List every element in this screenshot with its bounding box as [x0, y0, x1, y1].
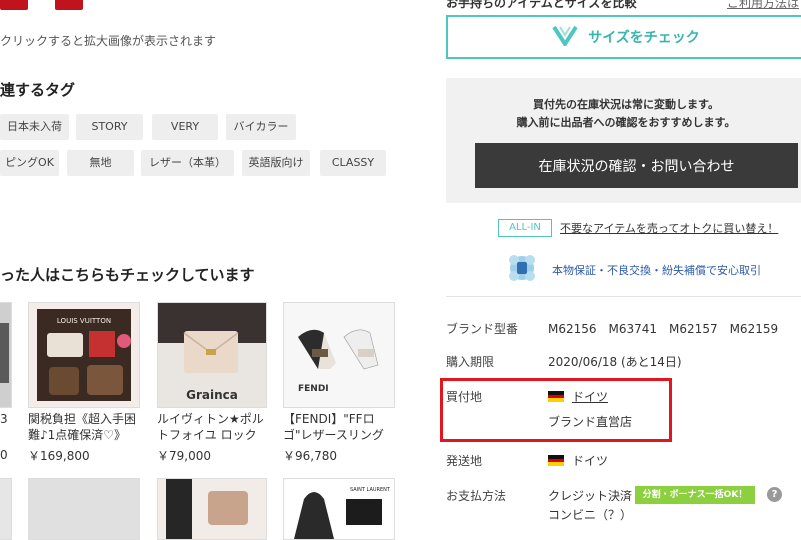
tag-item[interactable]: 英語版向け	[242, 150, 310, 176]
tag-item[interactable]: CLASSY	[320, 150, 386, 176]
allin-badge: ALL-IN	[498, 219, 552, 237]
product-image[interactable]	[28, 478, 140, 540]
help-icon[interactable]: ?	[767, 487, 782, 502]
product-price: ￥79,000	[157, 449, 211, 463]
product-title[interactable]: 【FENDI】"FFロ	[283, 411, 375, 427]
usage-link[interactable]: ご利用方法は	[727, 0, 799, 11]
tag-item[interactable]: レザー（本革）	[141, 150, 234, 176]
payment-convenience[interactable]: コンビニ（？）	[548, 506, 632, 523]
product-title-line2[interactable]: トフォイユ ロック	[157, 427, 257, 443]
product-image-partial[interactable]	[0, 478, 12, 540]
guarantee-text[interactable]: 本物保証・不良交換・紛失補償で安心取引	[552, 262, 761, 278]
product-price-partial: 0	[0, 448, 8, 462]
payment-credit: クレジット決済	[548, 489, 633, 503]
product-title[interactable]: 関税負担《超入手困	[28, 411, 136, 427]
ship-from-label: 発送地	[446, 454, 483, 468]
v-check-icon	[552, 24, 578, 50]
product-price: ￥96,780	[283, 449, 337, 463]
product-image-partial[interactable]	[0, 302, 12, 408]
divider	[446, 296, 801, 297]
product-title[interactable]: ルイヴィトン★ポル	[157, 411, 264, 427]
stock-notice-line2: 購入前に出品者への確認をおすすめします。	[516, 116, 736, 129]
tag-item[interactable]: 日本未入荷	[0, 114, 69, 140]
product-price: ￥169,800	[28, 449, 90, 463]
product-image[interactable]: SAINT LAURENT	[283, 478, 395, 540]
image-hint: クリックすると拡大画像が表示されます	[0, 34, 217, 48]
size-check-button[interactable]: サイズをチェック	[446, 15, 801, 59]
product-title-line2[interactable]: ゴ"レザースリング	[283, 427, 384, 443]
product-image[interactable]: LOUIS VUITTON	[28, 302, 140, 408]
stock-inquiry-button[interactable]: 在庫状況の確認・お問い合わせ	[475, 143, 798, 188]
allin-trade-link[interactable]: 不要なアイテムを売ってオトクに買い替え！	[560, 220, 778, 236]
brand-logo-text: SAINT LAURENT	[350, 487, 391, 493]
tag-item[interactable]: STORY	[76, 114, 143, 140]
brand-logo-text: FENDI	[298, 384, 329, 394]
ship-from-value: ドイツ	[572, 454, 609, 468]
tag-item[interactable]: バイカラー	[226, 114, 296, 140]
tag-item[interactable]: VERY	[152, 114, 218, 140]
brand-number-label: ブランド型番	[446, 322, 519, 336]
installment-badge: 分割・ボーナス一括OK！	[635, 486, 755, 504]
tags-title: 連するタグ	[0, 81, 76, 99]
thumbnail-red-1[interactable]	[0, 0, 28, 10]
compare-items-text: お手持ちのアイテムとサイズを比較	[446, 0, 637, 10]
thumbnail-red-2[interactable]	[55, 0, 83, 10]
watermark-text: Grainca	[186, 388, 238, 402]
product-image[interactable]: Grainca	[157, 302, 267, 408]
product-title-partial[interactable]: 3	[0, 412, 8, 426]
brand-logo-text: LOUIS VUITTON	[57, 317, 111, 325]
product-title-line2[interactable]: 難♪1点確保済♡》	[28, 427, 126, 443]
product-image[interactable]	[157, 478, 267, 540]
deadline-label: 購入期限	[446, 355, 495, 369]
brand-number-value: M62156 M63741 M62157 M62159	[548, 322, 779, 336]
deadline-value: 2020/06/18 (あと14日)	[548, 355, 682, 369]
product-image[interactable]: FENDI	[283, 302, 395, 408]
size-check-label: サイズをチェック	[588, 30, 700, 46]
tag-item[interactable]: 無地	[67, 150, 134, 176]
buyma-guarantee-icon	[506, 253, 538, 287]
stock-notice-line1: 買付先の在庫状況は常に変動します。	[533, 98, 719, 111]
also-viewed-title: った人はこちらもチェックしています	[0, 266, 255, 284]
highlight-box	[440, 378, 672, 442]
payment-label: お支払方法	[446, 489, 507, 503]
germany-flag-icon	[548, 455, 564, 466]
tag-item[interactable]: ピングOK	[0, 150, 59, 176]
